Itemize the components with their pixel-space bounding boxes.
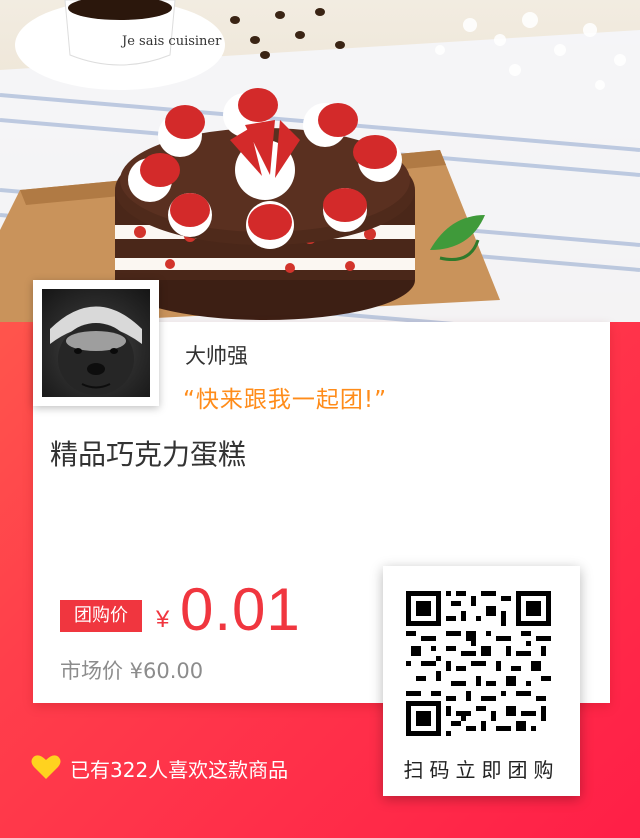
- user-nickname: 大帅强: [185, 344, 248, 368]
- user-slogan: “快来跟我一起团!”: [183, 387, 388, 413]
- heart-icon: [31, 755, 61, 779]
- cup-text: Je sais cuisiner: [120, 34, 222, 49]
- product-title: 精品巧克力蛋糕: [50, 438, 247, 471]
- qr-card[interactable]: 扫码立即团购: [383, 566, 580, 796]
- hero-image: Je sais cuisiner: [0, 0, 640, 322]
- group-price: 0.01: [180, 576, 301, 643]
- market-price: 市场价 ¥60.00: [60, 659, 204, 683]
- group-price-badge: 团购价: [60, 600, 142, 632]
- qr-code-icon[interactable]: [406, 591, 551, 736]
- scan-to-join-label: 扫码立即团购: [403, 758, 560, 782]
- avatar-frame: [33, 280, 159, 406]
- likes-count-text: 已有322人喜欢这款商品: [70, 758, 289, 782]
- honey-badger-avatar: [42, 289, 150, 397]
- currency-symbol: ¥: [156, 606, 170, 633]
